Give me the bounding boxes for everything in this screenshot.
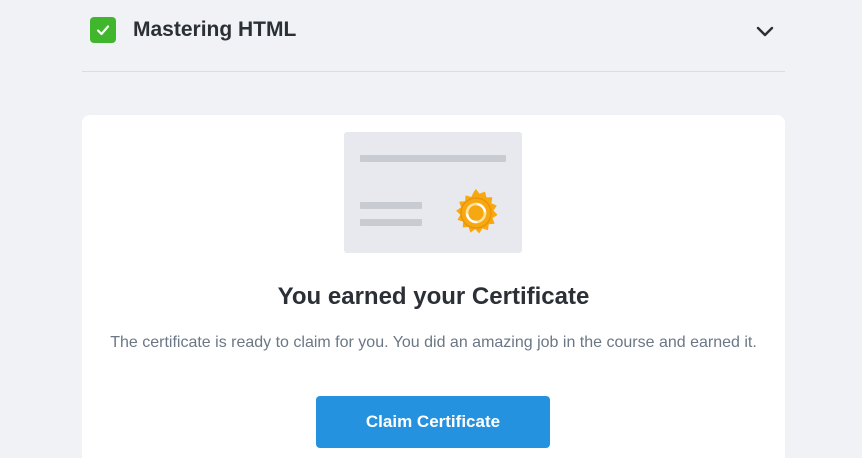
claim-certificate-button[interactable]: Claim Certificate (316, 396, 550, 448)
completed-check-icon (90, 17, 116, 43)
certificate-icon (344, 132, 522, 253)
certificate-card: You earned your Certificate The certific… (82, 115, 785, 458)
chevron-down-icon[interactable] (753, 19, 777, 43)
certificate-line (360, 202, 422, 209)
course-title: Mastering HTML (133, 18, 297, 41)
certificate-line (360, 219, 422, 226)
certificate-title: You earned your Certificate (277, 283, 590, 310)
course-accordion-header[interactable]: Mastering HTML (82, 0, 785, 72)
seal-icon (456, 189, 498, 234)
certificate-line (360, 155, 506, 162)
certificate-description: The certificate is ready to claim for yo… (110, 334, 757, 351)
page: Mastering HTML You earned your Certifica… (0, 0, 862, 458)
